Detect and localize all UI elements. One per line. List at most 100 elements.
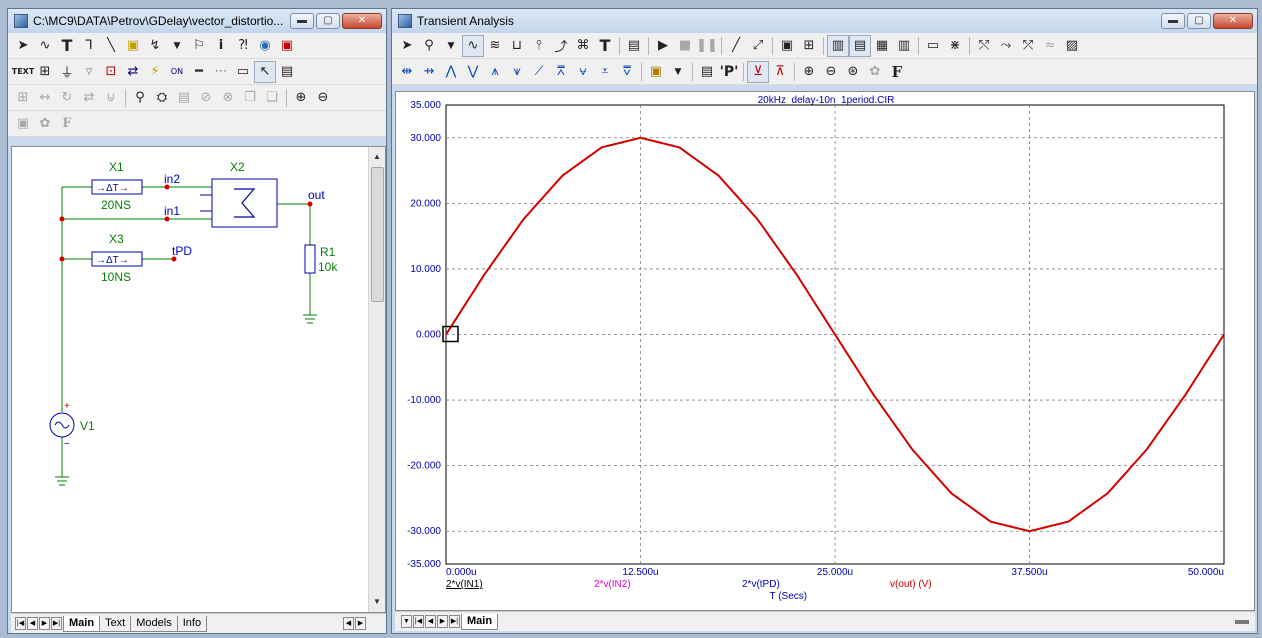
- scale-icon[interactable]: ⚲: [418, 35, 440, 57]
- pin-icon[interactable]: ⊞: [34, 61, 56, 83]
- stop-icon[interactable]: ■: [674, 35, 696, 57]
- select-arrow-icon[interactable]: ➤: [12, 35, 34, 57]
- dropdown-icon[interactable]: ▼: [166, 35, 188, 57]
- top-icon[interactable]: ⩡: [594, 61, 616, 83]
- rotate-icon[interactable]: ↻: [56, 87, 78, 109]
- peak-icon[interactable]: ⋀: [440, 61, 462, 83]
- measure-icon[interactable]: ⤴: [550, 35, 572, 57]
- diagonal-line-icon[interactable]: ⤢: [747, 35, 769, 57]
- P-icon[interactable]: 'P': [718, 61, 740, 83]
- node-icon[interactable]: ▣: [276, 35, 298, 57]
- line-icon[interactable]: ╱: [725, 35, 747, 57]
- maximize-button[interactable]: ▢: [316, 13, 340, 29]
- maximize-button[interactable]: ▢: [1187, 13, 1211, 29]
- valley-icon[interactable]: ⋁: [462, 61, 484, 83]
- hgrid-icon[interactable]: ▤: [849, 34, 871, 57]
- bottom-icon[interactable]: ⩢: [616, 61, 638, 83]
- bus-icon[interactable]: ▿: [78, 61, 100, 83]
- first-page-button[interactable]: |◀: [413, 615, 424, 628]
- close-button[interactable]: ✕: [1213, 13, 1253, 29]
- next-page-button[interactable]: ▶: [437, 615, 448, 628]
- zoom-out-icon[interactable]: ⊖: [820, 61, 842, 83]
- text-tool-icon[interactable]: T: [56, 35, 78, 57]
- text-label-icon[interactable]: TEXT: [12, 61, 35, 83]
- mirror-icon[interactable]: ⇄: [78, 87, 100, 109]
- flip-y-icon[interactable]: ⊼: [769, 61, 791, 83]
- flip-x-icon[interactable]: ⊻: [747, 60, 769, 83]
- list-icon[interactable]: ▤: [173, 87, 195, 109]
- schematic-scrollbar[interactable]: ▲ ▼: [368, 147, 385, 612]
- minor-grid-icon[interactable]: ▦: [871, 35, 893, 57]
- minimize-button[interactable]: ▬: [1161, 13, 1185, 29]
- global-low-icon[interactable]: ⩝: [572, 61, 594, 83]
- right-cursor-icon[interactable]: ⇸: [418, 61, 440, 83]
- zoom-fit-icon[interactable]: ⊛: [842, 61, 864, 83]
- thinning-icon[interactable]: ⤳: [995, 35, 1017, 57]
- scroll-thumb[interactable]: [371, 167, 384, 302]
- last-page-button[interactable]: ▶|: [449, 615, 460, 628]
- align-icon[interactable]: ⊞: [12, 87, 34, 109]
- font-icon[interactable]: F: [886, 61, 908, 83]
- inflection-icon[interactable]: ⟋: [528, 61, 550, 83]
- run-icon[interactable]: ▶: [652, 35, 674, 57]
- token-icon[interactable]: ⋇: [944, 35, 966, 57]
- globe-icon[interactable]: ◉: [254, 35, 276, 57]
- first-page-button[interactable]: |◀: [15, 617, 26, 630]
- orthogonal-wire-icon[interactable]: ⅂: [78, 35, 100, 57]
- pause-icon[interactable]: ❚❚: [696, 35, 718, 57]
- find-icon[interactable]: ⚲: [129, 87, 151, 109]
- properties-icon[interactable]: ▣: [645, 61, 667, 83]
- palette-icon[interactable]: ✿: [34, 113, 56, 135]
- select-arrow-icon[interactable]: ➤: [396, 35, 418, 57]
- analysis-icon[interactable]: ⤱: [1017, 35, 1039, 57]
- paste-icon[interactable]: ❏: [261, 87, 283, 109]
- step-icon[interactable]: ⊍: [100, 87, 122, 109]
- last-page-button[interactable]: ▶|: [51, 617, 62, 630]
- flag-icon[interactable]: ⚐: [188, 35, 210, 57]
- prev-page-button[interactable]: ◀: [27, 617, 38, 630]
- plot-area[interactable]: 20kHz_delay-10n_1period.CIR 35.000 30.000…: [395, 91, 1255, 611]
- tab-main[interactable]: Main: [63, 615, 101, 632]
- copy-icon[interactable]: ❐: [239, 87, 261, 109]
- plot-properties-icon[interactable]: ▨: [1061, 35, 1083, 57]
- cursor-icon[interactable]: ⌘: [572, 35, 594, 57]
- frame-icon[interactable]: ▣: [776, 35, 798, 57]
- close-button[interactable]: ✕: [342, 13, 382, 29]
- data-point-icon[interactable]: ⤲: [973, 35, 995, 57]
- scroll-up-button[interactable]: ▲: [370, 150, 384, 164]
- grid-icon[interactable]: ⋯: [210, 61, 232, 83]
- dropdown-icon[interactable]: ▼: [440, 35, 462, 57]
- toggle-icon[interactable]: ON: [166, 61, 188, 83]
- zoom-in-icon[interactable]: ⊕: [290, 87, 312, 109]
- properties-icon[interactable]: ▤: [276, 61, 298, 83]
- prev-page-button[interactable]: ◀: [425, 615, 436, 628]
- palette-icon[interactable]: ✿: [864, 61, 886, 83]
- tab-models[interactable]: Models: [130, 615, 178, 632]
- zoom-out-icon[interactable]: ⊖: [312, 87, 334, 109]
- cancel-icon[interactable]: ⊗: [217, 87, 239, 109]
- tick-icon[interactable]: ▥: [893, 35, 915, 57]
- ground-icon[interactable]: ⏚: [56, 61, 78, 83]
- vgrid-icon[interactable]: ▥: [827, 34, 849, 57]
- branch-icon[interactable]: ⇄: [122, 61, 144, 83]
- resize-grip-icon[interactable]: [1235, 619, 1249, 624]
- hscroll-right-button[interactable]: ▶: [355, 617, 366, 630]
- high-icon[interactable]: ⩚: [484, 61, 506, 83]
- diagonal-line-icon[interactable]: ╲: [100, 35, 122, 57]
- tab-text[interactable]: Text: [99, 615, 132, 632]
- page-icon[interactable]: ▭: [232, 61, 254, 83]
- waveform-icon[interactable]: ∿: [462, 34, 484, 57]
- wire-icon[interactable]: ∿: [34, 35, 56, 57]
- schematic-canvas[interactable]: X1 →ΔT→ 20NS X2 in2 in1 out X3 →ΔT→ 10NS…: [11, 146, 386, 613]
- tab-main[interactable]: Main: [461, 613, 499, 630]
- hscroll-left-button[interactable]: ◀: [343, 617, 354, 630]
- global-high-icon[interactable]: ⩞: [550, 61, 572, 83]
- schematic-titlebar[interactable]: C:\MC9\DATA\Petrov\GDelay\vector_distort…: [8, 9, 386, 33]
- left-cursor-icon[interactable]: ⇹: [396, 61, 418, 83]
- min-max-icon[interactable]: ⫯: [528, 35, 550, 57]
- slope-icon[interactable]: ⊔: [506, 35, 528, 57]
- binoculars-icon[interactable]: ⛭: [151, 87, 173, 109]
- ruler-icon[interactable]: ▭: [922, 35, 944, 57]
- scroll-down-button[interactable]: ▼: [370, 595, 384, 609]
- text-tool-icon[interactable]: T: [594, 35, 616, 57]
